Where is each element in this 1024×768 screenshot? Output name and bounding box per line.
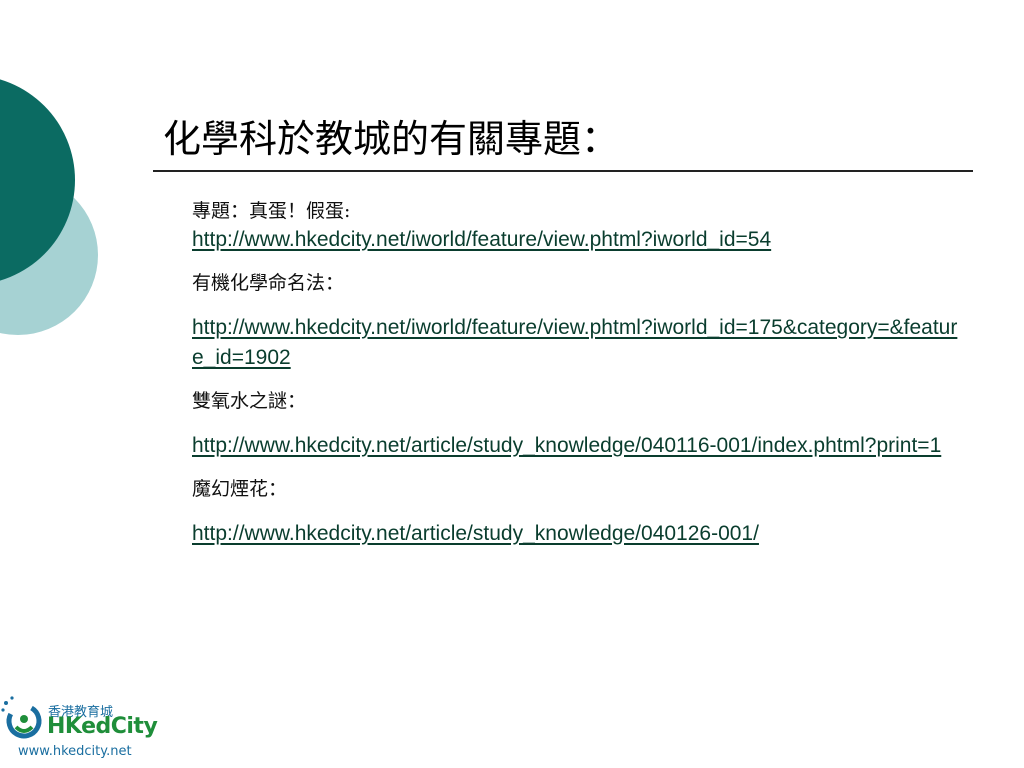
topic-link-hydrogen-peroxide[interactable]: http://www.hkedcity.net/article/study_kn… (192, 431, 967, 461)
topic-label-fireworks: 魔幻煙花： (192, 478, 288, 500)
topic-link-eggs[interactable]: http://www.hkedcity.net/iworld/feature/v… (192, 225, 967, 255)
topic-link-fireworks[interactable]: http://www.hkedcity.net/article/study_kn… (192, 519, 967, 549)
title-divider (153, 170, 973, 172)
logo-website-link[interactable]: www.hkedcity.net (18, 744, 132, 759)
topic-list: 專題：真蛋！假蛋: http://www.hkedcity.net/iworld… (192, 197, 967, 549)
logo-english-text: HKedCity (47, 714, 158, 739)
topic-label-eggs: 專題：真蛋！假蛋: (192, 200, 351, 222)
slide-title: 化學科於教城的有關專題： (163, 117, 620, 161)
topic-link-nomenclature[interactable]: http://www.hkedcity.net/iworld/feature/v… (192, 313, 967, 373)
topic-label-nomenclature: 有機化學命名法： (192, 272, 345, 294)
decorative-circles (0, 79, 98, 335)
topic-label-hydrogen-peroxide: 雙氧水之謎： (192, 390, 307, 412)
